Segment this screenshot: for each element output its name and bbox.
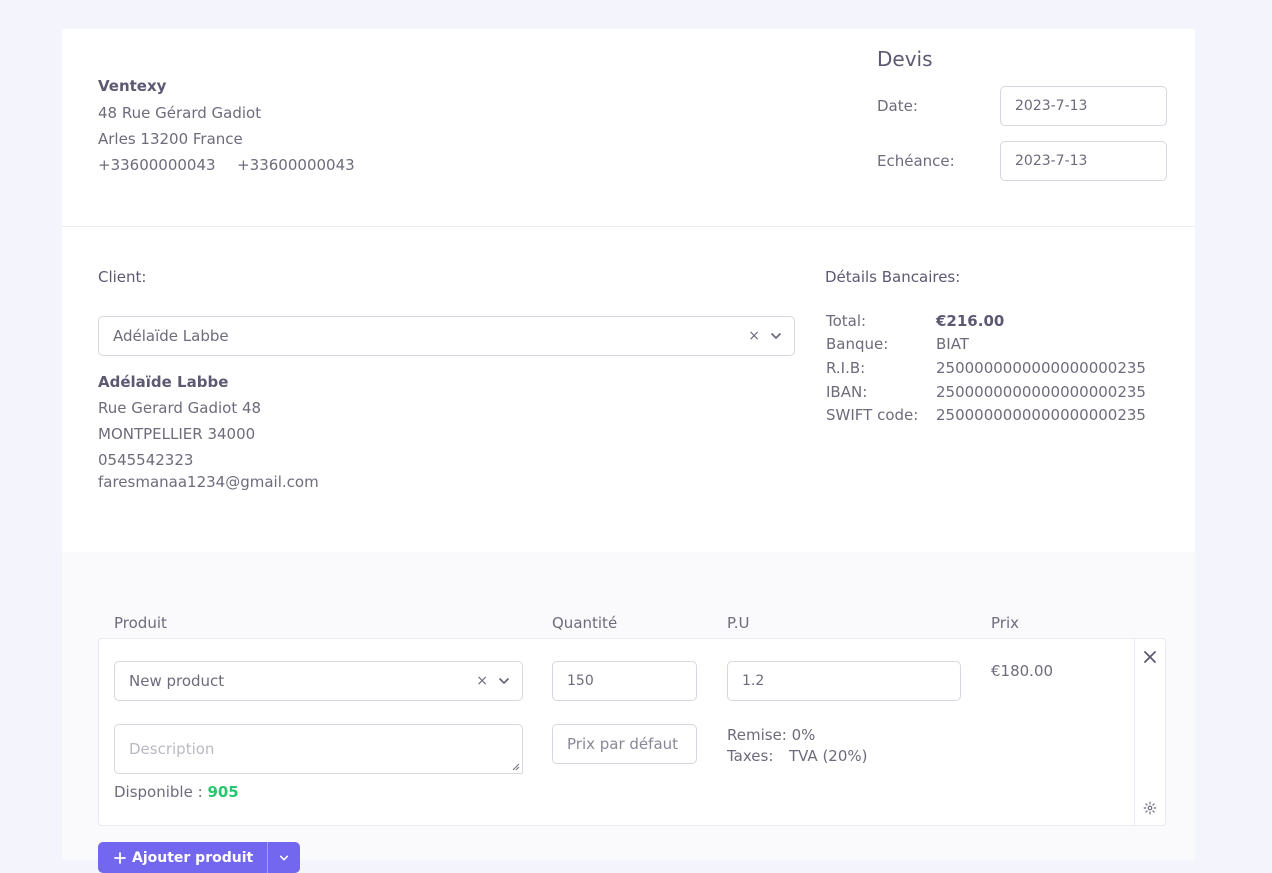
client-address-line2: MONTPELLIER 34000 — [98, 425, 256, 443]
availability: Disponible : 905 — [114, 783, 239, 801]
default-price-input[interactable]: Prix par défaut — [552, 724, 697, 764]
company-phone-1: +33600000043 — [98, 156, 216, 174]
quantity-input[interactable]: 150 — [552, 661, 697, 701]
client-select[interactable]: Adélaïde Labbe × — [98, 316, 795, 356]
line-price: €180.00 — [991, 662, 1054, 680]
bank-details-table: Total: €216.00 Banque: BIAT R.I.B: 25000… — [826, 312, 1166, 432]
add-product-dropdown[interactable] — [267, 842, 300, 873]
unit-price-input[interactable]: 1.2 — [727, 661, 961, 701]
clear-icon[interactable]: × — [748, 328, 760, 344]
item-row: New product × 150 1.2 €180.00 Descriptio… — [98, 638, 1166, 826]
invoice-card: Ventexy 48 Rue Gérard Gadiot Arles 13200… — [62, 29, 1195, 873]
date-input[interactable]: 2023-7-13 — [1000, 86, 1167, 126]
due-date-value: 2023-7-13 — [1015, 153, 1088, 169]
taxes-text: Taxes: TVA (20%) — [727, 747, 868, 765]
company-phones: +33600000043 +33600000043 — [98, 156, 355, 174]
client-select-value: Adélaïde Labbe — [113, 327, 229, 345]
company-name: Ventexy — [98, 77, 167, 95]
description-placeholder: Description — [129, 740, 215, 758]
add-product-label: Ajouter produit — [132, 849, 254, 866]
plus-icon — [114, 851, 126, 864]
due-date-label: Echéance: — [877, 152, 955, 170]
bank-row-iban: IBAN: 2500000000000000000235 — [826, 383, 1146, 401]
client-name: Adélaïde Labbe — [98, 373, 229, 391]
gear-icon[interactable] — [1143, 801, 1157, 815]
add-product-button[interactable]: Ajouter produit — [98, 842, 301, 873]
bank-row-rib: R.I.B: 2500000000000000000235 — [826, 359, 1146, 377]
header-quantity: Quantité — [552, 614, 618, 632]
client-phone: 0545542323 — [98, 451, 194, 469]
client-label: Client: — [98, 268, 147, 286]
description-textarea[interactable]: Description — [114, 724, 523, 774]
document-type-title: Devis — [877, 47, 933, 71]
chevron-down-icon[interactable] — [770, 330, 782, 342]
product-select[interactable]: New product × — [114, 661, 523, 701]
resize-handle-icon[interactable] — [512, 763, 520, 771]
availability-count: 905 — [207, 783, 239, 801]
discount-text: Remise: 0% — [727, 726, 816, 744]
product-select-value: New product — [129, 672, 225, 690]
header-product: Produit — [114, 614, 167, 632]
header-section: Ventexy 48 Rue Gérard Gadiot Arles 13200… — [62, 29, 1195, 227]
company-phone-2: +33600000043 — [237, 156, 355, 174]
default-price-placeholder: Prix par défaut — [567, 735, 679, 753]
total-amount: €216.00 — [936, 312, 1005, 330]
client-address-line1: Rue Gerard Gadiot 48 — [98, 399, 262, 417]
company-address-line2: Arles 13200 France — [98, 130, 243, 148]
taxes-value: TVA (20%) — [788, 747, 868, 765]
date-value: 2023-7-13 — [1015, 98, 1088, 114]
quantity-value: 150 — [567, 673, 594, 689]
client-section: Client: Adélaïde Labbe × Adélaïde Labbe … — [62, 227, 1195, 552]
clear-icon[interactable]: × — [476, 673, 488, 689]
bank-row-total: Total: €216.00 — [826, 312, 1005, 330]
header-unit-price: P.U — [727, 614, 750, 632]
company-address-line1: 48 Rue Gérard Gadiot — [98, 104, 262, 122]
date-label: Date: — [877, 97, 918, 115]
header-price: Prix — [991, 614, 1019, 632]
bank-row-swift: SWIFT code: 2500000000000000000235 — [826, 406, 1146, 424]
availability-label: Disponible : — [114, 783, 203, 801]
bank-row-bank: Banque: BIAT — [826, 335, 969, 353]
bank-details-title: Détails Bancaires: — [825, 268, 961, 286]
chevron-down-icon — [280, 855, 289, 860]
due-date-input[interactable]: 2023-7-13 — [1000, 141, 1167, 181]
items-section: Produit Quantité P.U Prix New product × … — [62, 552, 1195, 873]
unit-price-value: 1.2 — [742, 673, 765, 689]
close-icon[interactable] — [1144, 651, 1156, 663]
client-email: faresmanaa1234@gmail.com — [98, 473, 319, 491]
chevron-down-icon[interactable] — [498, 675, 510, 687]
item-actions — [1134, 639, 1165, 825]
taxes-label: Taxes: — [727, 747, 774, 765]
